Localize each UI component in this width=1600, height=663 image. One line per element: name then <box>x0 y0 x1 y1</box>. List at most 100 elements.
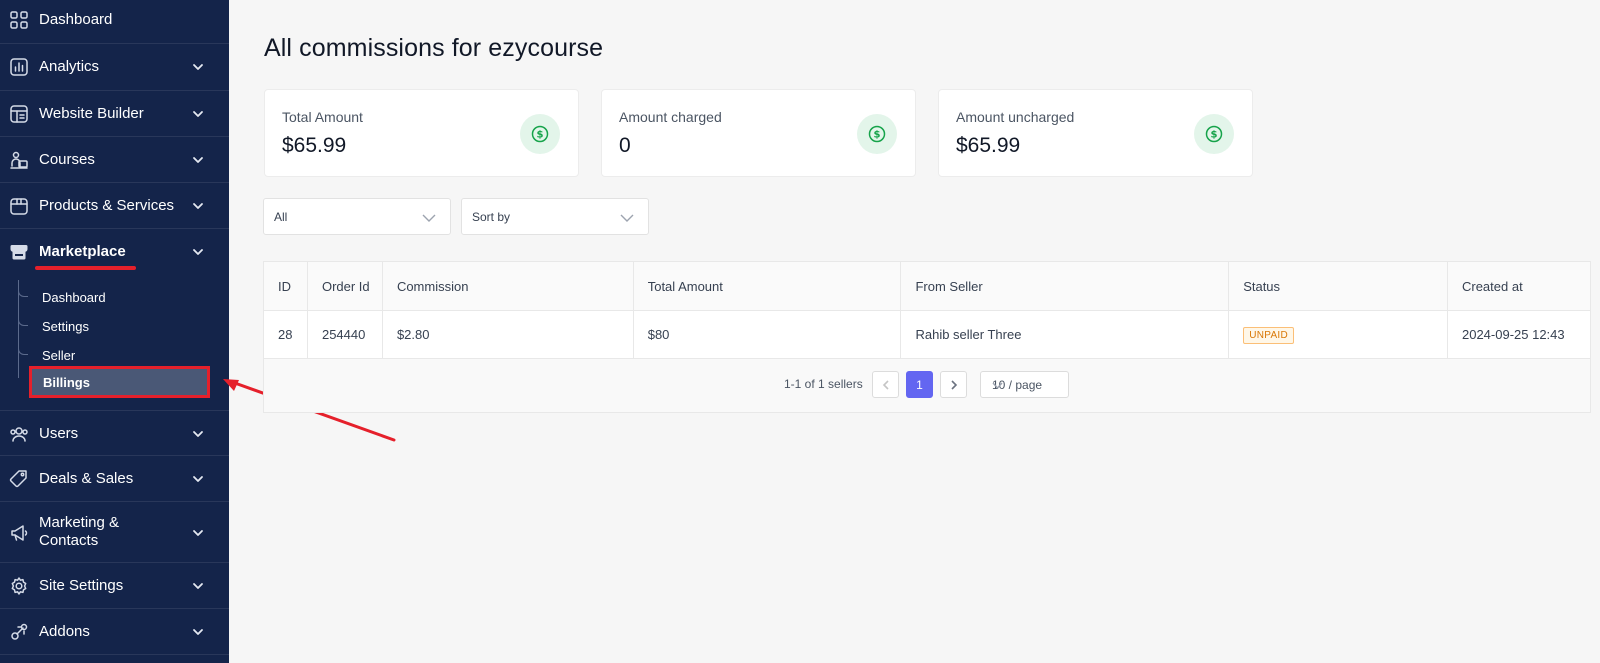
stat-card-amount-uncharged: Amount uncharged $65.99 $ <box>938 89 1253 177</box>
tree-connector <box>18 343 28 355</box>
sidebar-item-products-services[interactable]: Products & Services <box>0 183 229 229</box>
svg-text:$: $ <box>537 130 544 141</box>
submenu-item-label: Settings <box>42 318 89 334</box>
sidebar-item-label: Users <box>39 425 79 442</box>
chevron-down-icon <box>191 199 205 213</box>
chevron-right-icon <box>950 379 957 390</box>
tag-icon <box>8 468 30 490</box>
pagination-prev-button[interactable] <box>872 371 899 398</box>
column-header-from-seller[interactable]: From Seller <box>900 261 1230 311</box>
sidebar-item-label: Courses <box>39 151 95 168</box>
column-header-commission[interactable]: Commission <box>381 261 634 311</box>
column-header-id[interactable]: ID <box>263 261 308 311</box>
sidebar-item-addons[interactable]: Addons <box>0 609 229 655</box>
pagination-page-1[interactable]: 1 <box>906 371 933 398</box>
submenu-item-label: Dashboard <box>42 289 106 305</box>
select-value: All <box>274 210 288 224</box>
submenu-item-settings[interactable]: Settings <box>18 314 218 338</box>
sidebar-item-site-settings[interactable]: Site Settings <box>0 563 229 609</box>
addons-icon <box>8 621 30 643</box>
sidebar-item-analytics[interactable]: Analytics <box>0 44 229 91</box>
sidebar-item-label: Marketplace <box>39 243 126 260</box>
cell-order-id: 254440 <box>306 310 383 359</box>
stat-card-label: Amount charged <box>619 109 722 125</box>
chevron-down-icon <box>191 107 205 121</box>
submenu-item-billings[interactable]: Billings <box>29 366 210 398</box>
sidebar-item-website-builder[interactable]: Website Builder <box>0 91 229 137</box>
page-size-select[interactable]: 10 / page <box>980 371 1069 398</box>
submenu-item-dashboard[interactable]: Dashboard <box>18 285 218 309</box>
submenu-item-label: Seller <box>42 347 76 363</box>
cell-total-amount: $80 <box>632 310 902 359</box>
store-icon <box>8 241 30 263</box>
stat-card-total-amount: Total Amount $65.99 $ <box>264 89 579 177</box>
chevron-left-icon <box>882 379 889 390</box>
chevron-down-icon <box>191 625 205 639</box>
stat-card-value: 0 <box>619 134 631 157</box>
dollar-circle-icon: $ <box>857 114 897 154</box>
tree-connector <box>18 285 28 297</box>
chevron-down-icon <box>191 427 205 441</box>
sidebar-item-label: Dashboard <box>39 11 113 28</box>
cell-status: UNPAID <box>1228 310 1448 359</box>
sidebar-item-label: Addons <box>39 623 90 640</box>
cell-id: 28 <box>263 310 308 359</box>
courses-icon <box>8 149 30 171</box>
table-header-row: ID Order Id Commission Total Amount From… <box>263 261 1592 311</box>
cell-created-at: 2024-09-25 12:43 <box>1446 310 1592 359</box>
stat-card-value: $65.99 <box>282 134 347 157</box>
chevron-down-icon <box>992 380 1003 391</box>
analytics-chart-icon <box>8 56 30 78</box>
column-header-total-amount[interactable]: Total Amount <box>632 261 902 311</box>
sidebar-item-courses[interactable]: Courses <box>0 137 229 183</box>
submenu-item-label: Billings <box>43 374 90 390</box>
stat-card-label: Total Amount <box>282 109 363 125</box>
page-title: All commissions for ezycourse <box>264 34 604 62</box>
settings-gear-icon <box>8 575 30 597</box>
submenu-item-seller[interactable]: Seller <box>18 343 218 367</box>
svg-text:$: $ <box>874 130 881 141</box>
column-header-order-id[interactable]: Order Id <box>306 261 383 311</box>
sidebar-item-users[interactable]: Users <box>0 410 229 456</box>
chevron-down-icon <box>191 579 205 593</box>
megaphone-icon <box>8 522 30 544</box>
dashboard-grid-icon <box>8 9 30 31</box>
sidebar-item-label: Deals & Sales <box>39 470 134 487</box>
sidebar-item-label: Products & Services <box>39 197 175 214</box>
users-icon <box>8 423 30 445</box>
chevron-down-icon <box>620 211 634 225</box>
sidebar-item-marketing-contacts[interactable]: Marketing & Contacts <box>0 502 229 563</box>
sidebar-item-label: Website Builder <box>39 105 144 122</box>
sidebar-item-deals-sales[interactable]: Deals & Sales <box>0 456 229 502</box>
website-builder-icon <box>8 103 30 125</box>
chevron-down-icon <box>191 60 205 74</box>
chevron-down-icon <box>191 472 205 486</box>
annotation-underline <box>35 266 136 270</box>
dollar-circle-icon: $ <box>520 114 560 154</box>
sidebar-item-label: Marketing & Contacts <box>39 514 120 549</box>
chevron-down-icon <box>191 153 205 167</box>
box-icon <box>8 195 30 217</box>
column-header-status[interactable]: Status <box>1228 261 1448 311</box>
chevron-down-icon <box>191 245 205 259</box>
cell-commission: $2.80 <box>381 310 634 359</box>
column-header-created-at[interactable]: Created at <box>1446 261 1592 311</box>
status-badge: UNPAID <box>1243 326 1295 344</box>
pagination-next-button[interactable] <box>940 371 967 398</box>
tree-connector <box>18 314 28 326</box>
stat-card-amount-charged: Amount charged 0 $ <box>601 89 916 177</box>
dollar-circle-icon: $ <box>1194 114 1234 154</box>
sidebar-item-label: Analytics <box>39 58 100 75</box>
status-filter-select[interactable]: All <box>263 198 451 235</box>
sidebar-item-dashboard[interactable]: Dashboard <box>0 0 229 44</box>
sidebar: Dashboard Analytics Website Builder Cour… <box>0 0 229 663</box>
table-row[interactable]: 28 254440 $2.80 $80 Rahib seller Three U… <box>263 310 1592 359</box>
chevron-down-icon <box>422 211 436 225</box>
chevron-down-icon <box>191 526 205 540</box>
stat-card-label: Amount uncharged <box>956 109 1075 125</box>
cell-from-seller: Rahib seller Three <box>900 310 1230 359</box>
sort-by-select[interactable]: Sort by <box>461 198 649 235</box>
stat-card-value: $65.99 <box>956 134 1021 157</box>
sidebar-item-label: Site Settings <box>39 577 124 594</box>
pagination-summary: 1-1 of 1 sellers <box>784 377 863 391</box>
